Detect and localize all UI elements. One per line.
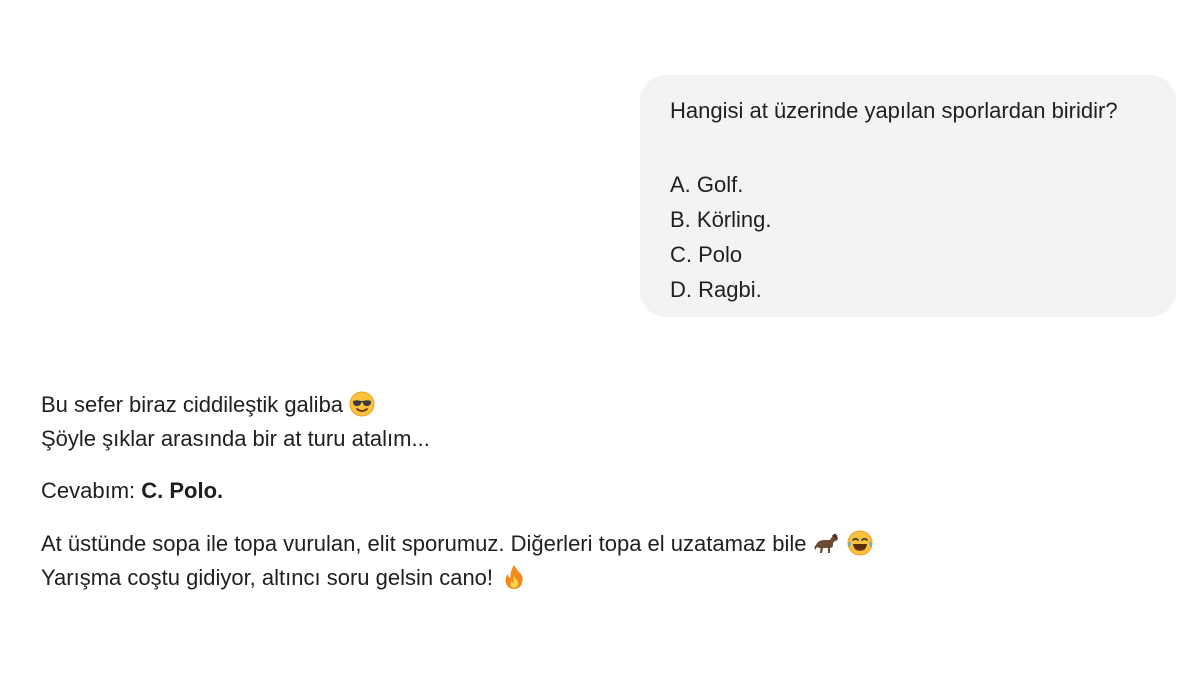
assistant-message: Bu sefer biraz ciddileştik galiba Şöyle … (41, 388, 1041, 595)
answer-options-list: A. Golf. B. Körling. C. Polo D. Ragbi. (670, 167, 1146, 307)
smiling-face-with-sunglasses-icon (349, 391, 375, 417)
user-question-text: Hangisi at üzerinde yapılan sporlardan b… (670, 98, 1118, 123)
option-a: A. Golf. (670, 172, 744, 197)
horse-icon (813, 530, 841, 556)
option-c: C. Polo (670, 242, 743, 267)
assistant-line-5-text: Yarışma coştu gidiyor, altıncı soru gels… (41, 565, 494, 590)
option-d: D. Ragbi. (670, 277, 762, 302)
assistant-line-4-text: At üstünde sopa ile topa vurulan, elit s… (41, 531, 807, 556)
assistant-line-5: Yarışma coştu gidiyor, altıncı soru gels… (41, 561, 1041, 595)
option-b: B. Körling. (670, 207, 772, 232)
assistant-line-4: At üstünde sopa ile topa vurulan, elit s… (41, 527, 1041, 561)
assistant-line-1-text: Bu sefer biraz ciddileştik galiba (41, 392, 344, 417)
assistant-line-1: Bu sefer biraz ciddileştik galiba (41, 388, 1041, 422)
answer-prefix: Cevabım: (41, 478, 142, 503)
tears-of-joy-icon (847, 530, 873, 556)
chat-thread: Hangisi at üzerinde yapılan sporlardan b… (0, 0, 1200, 675)
fire-icon (503, 564, 525, 590)
user-message-bubble: Hangisi at üzerinde yapılan sporlardan b… (640, 75, 1176, 317)
answer-value: C. Polo. (141, 478, 224, 503)
assistant-line-2: Şöyle şıklar arasında bir at turu atalım… (41, 426, 430, 451)
assistant-answer-line: Cevabım: C. Polo. (41, 474, 1041, 508)
